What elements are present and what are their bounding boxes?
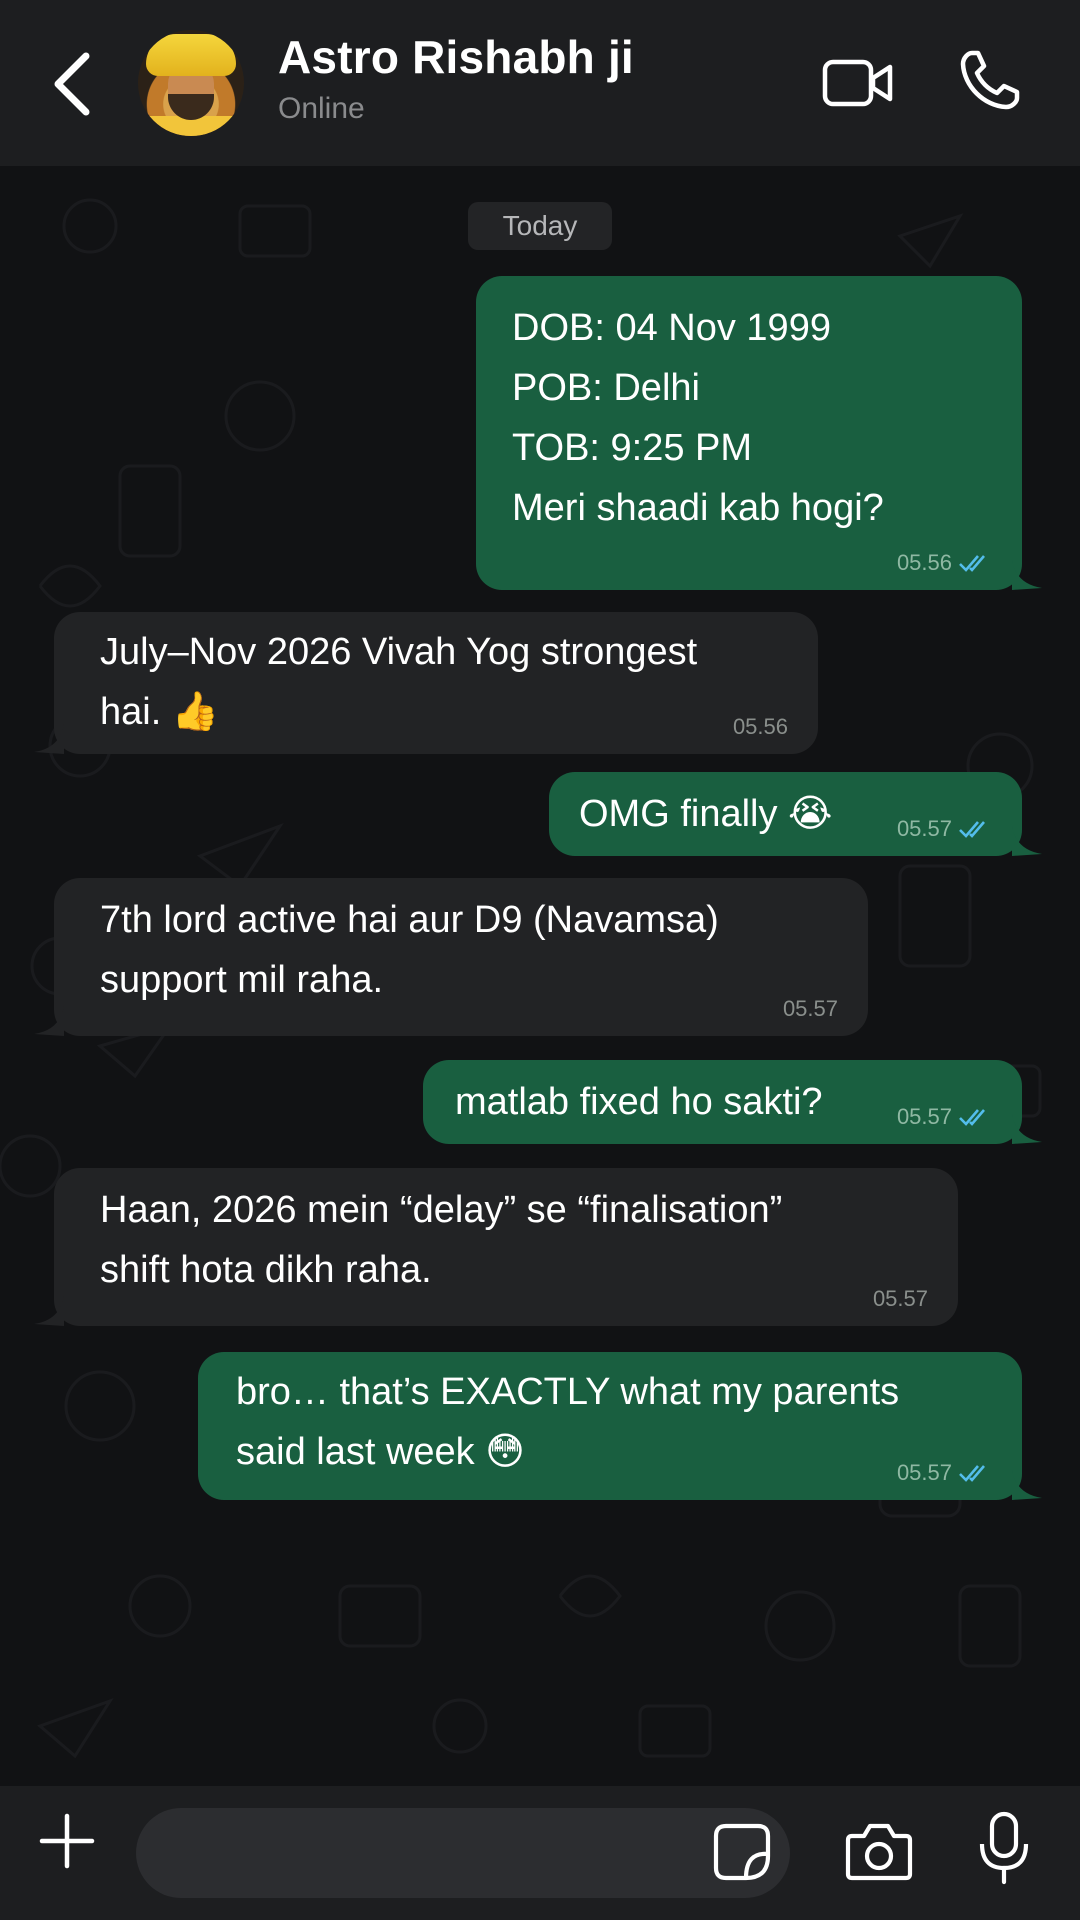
message-composer [0,1786,1080,1920]
bubble-tail [1012,826,1042,856]
contact-status: Online [278,92,365,125]
message-time: 05.57 [896,1460,952,1485]
bubble-tail [1012,1114,1042,1144]
double-check-icon [959,555,985,572]
message-outgoing[interactable]: bro… that’s EXACTLY what my parents said… [198,1352,1042,1500]
message-time: 05.57 [896,816,952,841]
bubble-tail [1012,1470,1042,1500]
message-text: DOB: 04 Nov 1999 POB: Delhi TOB: 9:25 PM… [512,307,884,529]
bubble-tail [34,724,64,754]
double-check-icon [959,1465,985,1482]
bubble-tail [1012,560,1042,590]
message-time: 05.57 [782,996,838,1021]
message-text: Haan, 2026 mein “delay” se “finalisation… [100,1189,783,1291]
avatar[interactable] [138,30,244,136]
phone-icon[interactable] [958,48,1022,112]
camera-icon[interactable] [844,1820,914,1882]
plus-icon[interactable] [36,1810,98,1872]
message-outgoing[interactable]: DOB: 04 Nov 1999 POB: Delhi TOB: 9:25 PM… [476,276,1042,590]
message-input[interactable] [136,1808,790,1898]
bubble-tail [34,1006,64,1036]
message-meta: 05.56 [897,550,992,576]
message-outgoing[interactable]: matlab fixed ho sakti? 05.57 [423,1060,1042,1144]
message-time: 05.56 [896,550,952,575]
microphone-icon[interactable] [976,1810,1032,1886]
message-outgoing[interactable]: OMG finally 😭 05.57 [549,772,1042,856]
message-time: 05.57 [896,1104,952,1129]
video-camera-icon[interactable] [822,56,894,110]
message-incoming[interactable]: 7th lord active hai aur D9 (Navamsa) sup… [34,878,868,1036]
chat-area[interactable]: Today DOB: 04 Nov 1999 POB: Delhi TOB: 9… [0,166,1080,1786]
message-meta: 05.57 [873,1286,928,1312]
bubble-tail [34,1296,64,1326]
message-meta: 05.57 [897,816,992,842]
double-check-icon [959,1109,985,1126]
message-time: 05.57 [872,1286,928,1311]
message-text: July–Nov 2026 Vivah Yog strongest hai. 👍 [100,631,698,733]
chat-screen: Astro Rishabh ji Online Today DOB: 04 No… [0,0,1080,1920]
message-text: 7th lord active hai aur D9 (Navamsa) sup… [100,899,719,1001]
contact-name[interactable]: Astro Rishabh ji [278,30,634,84]
message-time: 05.56 [732,714,788,739]
double-check-icon [959,821,985,838]
message-meta: 05.57 [897,1460,992,1486]
message-meta: 05.56 [733,714,788,740]
message-incoming[interactable]: July–Nov 2026 Vivah Yog strongest hai. 👍… [34,612,818,754]
message-meta: 05.57 [783,996,838,1022]
sticker-icon[interactable] [712,1822,772,1882]
message-meta: 05.57 [897,1104,992,1130]
message-text: bro… that’s EXACTLY what my parents said… [236,1371,900,1473]
chat-header: Astro Rishabh ji Online [0,0,1080,166]
message-incoming[interactable]: Haan, 2026 mein “delay” se “finalisation… [34,1168,958,1326]
chevron-left-icon[interactable] [44,46,104,122]
date-separator: Today [468,202,612,250]
